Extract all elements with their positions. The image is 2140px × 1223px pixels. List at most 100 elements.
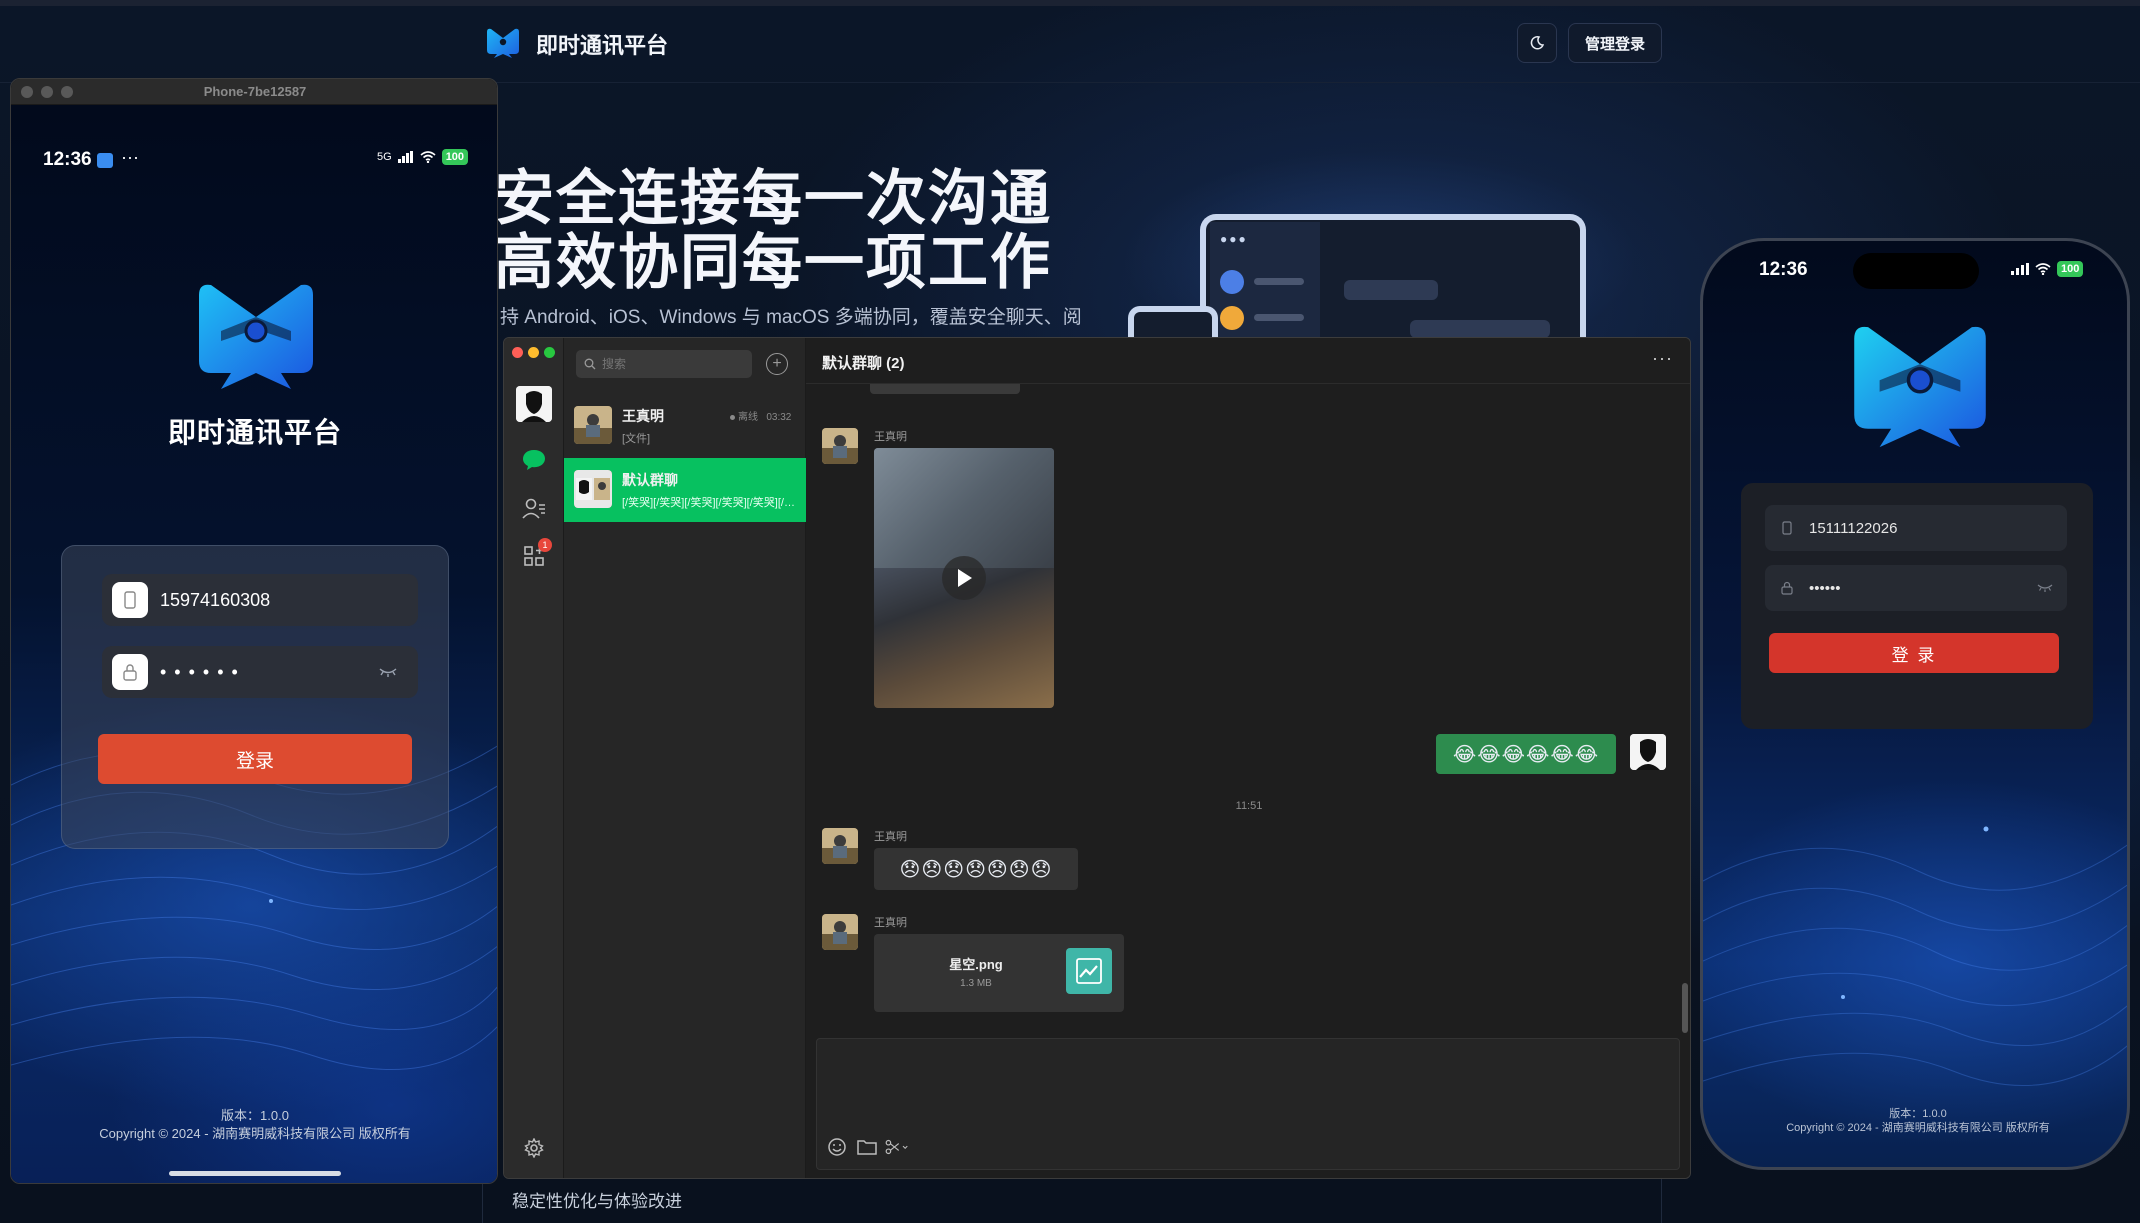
- notification-app-icon: [97, 153, 113, 168]
- window-title: Phone-7be12587: [203, 84, 307, 99]
- hero-headline-2: 高效协同每一项工作: [494, 229, 1052, 296]
- password-value[interactable]: ••••••: [160, 662, 378, 683]
- search-box[interactable]: [576, 350, 752, 378]
- phone-screen: 12:36 ··· 5G 100 即时通讯平台 15974160308 ••••…: [11, 105, 497, 1183]
- dynamic-island: [1853, 253, 1979, 289]
- phone-simulator-window: Phone-7be12587 12:36 ··· 5G 100 即时通讯平台 1…: [10, 78, 498, 1184]
- admin-login-button[interactable]: 管理登录: [1568, 23, 1662, 63]
- emoji-message-self[interactable]: 😂😂😂😂😂😂: [1436, 734, 1616, 774]
- signal-icon: [2011, 263, 2029, 275]
- battery-level: 100: [441, 149, 469, 165]
- message-composer: [816, 1038, 1680, 1170]
- top-bar: [0, 0, 2140, 6]
- status-more-icon: ···: [121, 147, 139, 167]
- file-size: 1.3 MB: [960, 978, 992, 989]
- conversation-list: + 王真明 [文件] 离线 03:32 默认群聊 [/笑哭][/笑哭][/笑哭]…: [564, 338, 806, 1178]
- message-input[interactable]: [827, 1049, 1667, 1119]
- conversation-preview: [文件]: [622, 433, 651, 445]
- window-titlebar[interactable]: Phone-7be12587: [11, 79, 497, 105]
- illustration-avatar: [1220, 306, 1244, 330]
- presence-status: 离线 03:32: [730, 408, 791, 423]
- time-separator: 11:51: [1235, 800, 1263, 812]
- emoji-icon[interactable]: [825, 1135, 849, 1159]
- signal-icon: [397, 151, 413, 163]
- folder-icon[interactable]: [855, 1135, 879, 1159]
- login-card: 15974160308 •••••• 登录: [61, 545, 449, 849]
- login-button[interactable]: 登 录: [1769, 633, 2059, 673]
- phone-icon: [112, 582, 148, 618]
- video-message[interactable]: [874, 448, 1054, 708]
- illustration-line: [1254, 278, 1304, 285]
- phone-number-value[interactable]: 15974160308: [160, 590, 270, 611]
- eye-closed-icon[interactable]: [378, 666, 398, 678]
- copyright: Copyright © 2024 - 湖南赛明威科技有限公司 版权所有: [1786, 1122, 2050, 1134]
- status-time: 12:36: [43, 149, 92, 170]
- chat-panel: 默认群聊 (2) ··· 王真明 😂😂😂😂😂😂 11:51 王真明 😞😞😞😞😞😞…: [806, 338, 1690, 1178]
- my-avatar[interactable]: [1630, 734, 1666, 770]
- image-file-icon: [1066, 948, 1112, 994]
- illustration-block: [1410, 320, 1550, 338]
- illustration-block: [1344, 280, 1438, 300]
- status-icons: 5G 100: [377, 149, 469, 165]
- file-message[interactable]: 星空.png 1.3 MB: [874, 934, 1124, 1012]
- hero-subtitle: 持 Android、iOS、Windows 与 macOS 多端协同，覆盖安全聊…: [500, 307, 1082, 328]
- eye-closed-icon[interactable]: [2037, 583, 2053, 593]
- conversation-name: 王真明: [622, 408, 664, 424]
- battery-level: 100: [2057, 261, 2084, 277]
- site-name[interactable]: 即时通讯平台: [536, 28, 668, 60]
- phone-number-field[interactable]: 15111122026: [1765, 505, 2067, 551]
- contact-avatar: [574, 406, 612, 444]
- phone-icon: [1777, 518, 1797, 538]
- my-avatar[interactable]: [516, 386, 552, 422]
- minimize-window-button[interactable]: [528, 347, 539, 358]
- nav-rail: 1: [504, 338, 564, 1178]
- theme-toggle-button[interactable]: [1517, 23, 1557, 63]
- group-avatar: [574, 470, 612, 508]
- play-icon[interactable]: [942, 556, 986, 600]
- sender-name: 王真明: [874, 917, 907, 929]
- chat-desktop-window: 1 + 王真明 [文件] 离线 03:32 默认群聊 [/笑哭][/笑哭][/笑…: [503, 337, 1691, 1179]
- sender-avatar[interactable]: [822, 914, 858, 950]
- home-indicator[interactable]: [169, 1171, 341, 1176]
- login-button[interactable]: 登录: [98, 734, 412, 784]
- apps-badge: 1: [538, 538, 552, 552]
- conversation-item[interactable]: 王真明 [文件] 离线 03:32: [564, 394, 806, 458]
- more-options-button[interactable]: ···: [1652, 348, 1673, 369]
- phone-number-value[interactable]: 15111122026: [1809, 520, 2067, 537]
- sender-avatar[interactable]: [822, 828, 858, 864]
- contacts-icon[interactable]: [516, 490, 552, 526]
- conversation-name: 默认群聊: [622, 472, 678, 488]
- scissors-icon[interactable]: [885, 1135, 909, 1159]
- app-name: 即时通讯平台: [167, 417, 342, 448]
- phone-mockup: 12:36 100 15111122026 •••••• 登 录 版本：1.0.…: [1700, 238, 2130, 1170]
- app-logo-icon: [1854, 326, 1986, 448]
- password-field[interactable]: ••••••: [102, 646, 418, 698]
- sender-avatar[interactable]: [822, 428, 858, 464]
- lock-icon: [1777, 578, 1797, 598]
- password-value[interactable]: ••••••: [1809, 580, 2037, 597]
- chat-icon[interactable]: [516, 442, 552, 478]
- previous-message-bubble[interactable]: [870, 384, 1020, 394]
- password-field[interactable]: ••••••: [1765, 565, 2067, 611]
- illustration-line: [1254, 314, 1304, 321]
- add-chat-button[interactable]: +: [766, 353, 788, 375]
- status-time: 12:36: [1759, 259, 1808, 280]
- search-icon: [584, 358, 596, 370]
- close-window-button[interactable]: [512, 347, 523, 358]
- search-input[interactable]: [602, 357, 742, 371]
- app-version: 版本：1.0.0: [221, 1108, 289, 1123]
- sender-name: 王真明: [874, 431, 907, 443]
- copyright: Copyright © 2024 - 湖南赛明威科技有限公司 版权所有: [99, 1126, 411, 1141]
- wifi-icon: [2035, 263, 2051, 275]
- login-card: 15111122026 •••••• 登 录: [1741, 483, 2093, 729]
- settings-icon[interactable]: [516, 1130, 552, 1166]
- conversation-item-selected[interactable]: 默认群聊 [/笑哭][/笑哭][/笑哭][/笑哭][/笑哭][/笑哭]: [564, 458, 806, 522]
- phone-number-field[interactable]: 15974160308: [102, 574, 418, 626]
- scrollbar-thumb[interactable]: [1682, 983, 1688, 1033]
- video-thumbnail: [874, 448, 1054, 568]
- app-logo-icon: [199, 284, 313, 389]
- moon-icon: [1530, 36, 1545, 50]
- zoom-window-button[interactable]: [544, 347, 555, 358]
- emoji-message[interactable]: 😞😞😞😞😞😞😞: [874, 848, 1078, 890]
- app-logo-icon[interactable]: [485, 28, 521, 58]
